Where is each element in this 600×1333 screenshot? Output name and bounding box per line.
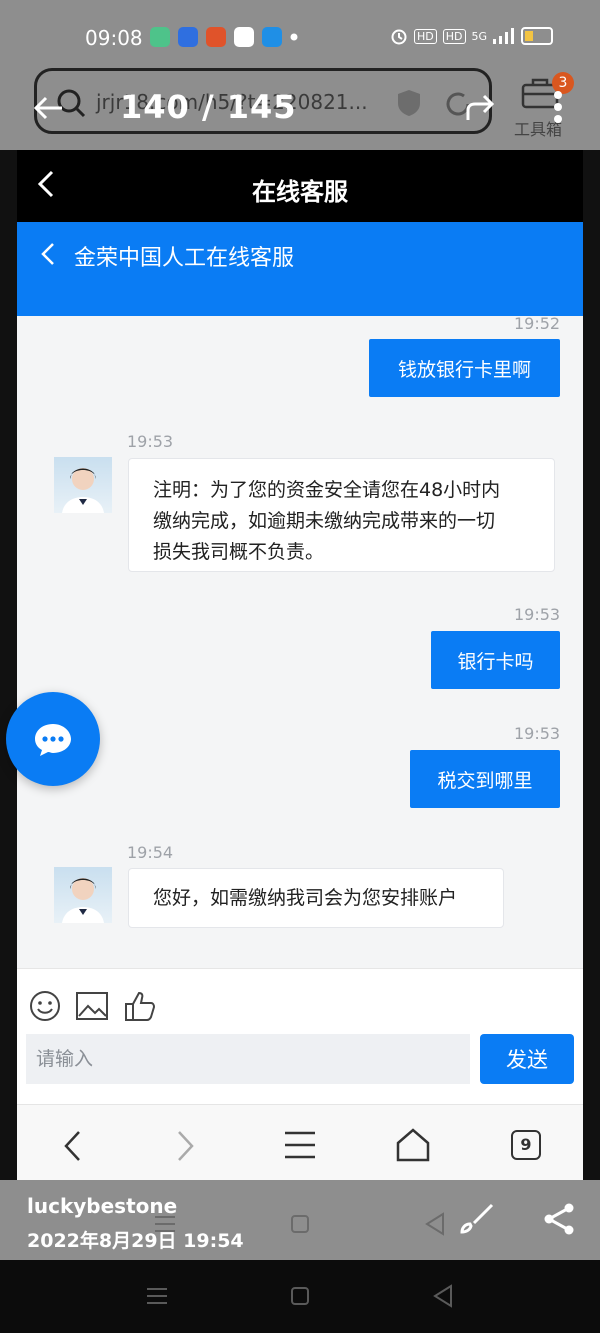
message-line: 缴纳完成，如逾期未缴纳完成带来的一切: [153, 510, 496, 532]
status-right-icons: HD HD 5G: [390, 27, 554, 45]
chat-header-title: 金荣中国人工在线客服: [74, 246, 295, 271]
thumbs-up-icon[interactable]: [124, 990, 156, 1022]
status-dot: [290, 27, 298, 47]
message-time: 19:53: [514, 724, 561, 743]
system-home-icon[interactable]: [290, 1286, 310, 1306]
system-back-icon[interactable]: [432, 1284, 454, 1308]
message-bubble-outgoing: 税交到哪里: [410, 750, 560, 808]
more-vertical-icon[interactable]: [552, 90, 564, 124]
browser-back-icon[interactable]: [62, 1130, 82, 1162]
battery-icon: [521, 27, 554, 45]
browser-menu-icon[interactable]: [284, 1130, 316, 1160]
message-line: 注明：为了您的资金安全请您在48小时内: [153, 479, 501, 501]
message-time: 19:52: [514, 314, 561, 333]
status-time: 09:08: [85, 26, 143, 50]
hd-icon-2: HD: [442, 28, 466, 44]
app-icon-orange: [206, 27, 226, 47]
browser-home-icon[interactable]: [396, 1128, 430, 1162]
system-menu-icon[interactable]: [146, 1286, 168, 1306]
message-time: 19:53: [127, 432, 174, 451]
app-icon-calendar: [234, 27, 254, 47]
viewer-right-border: [583, 150, 600, 1250]
image-icon[interactable]: [76, 992, 108, 1020]
app-icon-blue: [262, 27, 282, 47]
viewer-back-icon[interactable]: [32, 92, 64, 124]
caption-date: 2022年8月29日 19:54: [27, 1230, 244, 1252]
agent-avatar: [54, 457, 112, 513]
page-title: 在线客服: [252, 178, 348, 206]
app-icon-green: [150, 27, 170, 47]
message-bubble-outgoing: 钱放银行卡里啊: [369, 339, 560, 397]
share-icon[interactable]: [542, 1202, 576, 1236]
signal-icon: [493, 28, 515, 44]
ghost-menu-icon: [155, 1216, 175, 1232]
emoji-icon[interactable]: [29, 990, 61, 1022]
message-time: 19:54: [127, 843, 174, 862]
image-counter: 140 / 145: [120, 88, 297, 126]
message-time: 19:53: [514, 605, 561, 624]
share-forward-icon[interactable]: [464, 92, 496, 124]
hd-icon: HD: [414, 28, 437, 44]
header-back-icon[interactable]: [40, 242, 56, 266]
message-input[interactable]: [26, 1034, 470, 1084]
send-button[interactable]: 发送: [480, 1034, 574, 1084]
browser-forward-icon[interactable]: [176, 1130, 196, 1162]
tab-count-button[interactable]: 9: [511, 1130, 541, 1160]
ghost-back-icon: [425, 1212, 444, 1236]
ghost-home-icon: [291, 1215, 309, 1233]
floating-chat-button[interactable]: [6, 692, 100, 786]
message-bubble-outgoing: 银行卡吗: [431, 631, 560, 689]
agent-avatar: [54, 867, 112, 923]
network-label: 5G: [471, 29, 488, 43]
message-line: 损失我司概不负责。: [153, 541, 325, 563]
alarm-icon: [391, 29, 407, 45]
shield-icon: [398, 90, 420, 116]
message-bubble-incoming: 您好，如需缴纳我司会为您安排账户: [128, 868, 504, 928]
message-bubble-incoming: 注明：为了您的资金安全请您在48小时内 缴纳完成，如逾期未缴纳完成带来的一切 损…: [128, 458, 555, 572]
app-icon-paw: [178, 27, 198, 47]
status-app-icons: [150, 27, 298, 47]
viewer-left-border: [0, 150, 17, 1250]
edit-brush-icon[interactable]: [456, 1202, 496, 1238]
chat-bubble-icon: [35, 724, 71, 756]
